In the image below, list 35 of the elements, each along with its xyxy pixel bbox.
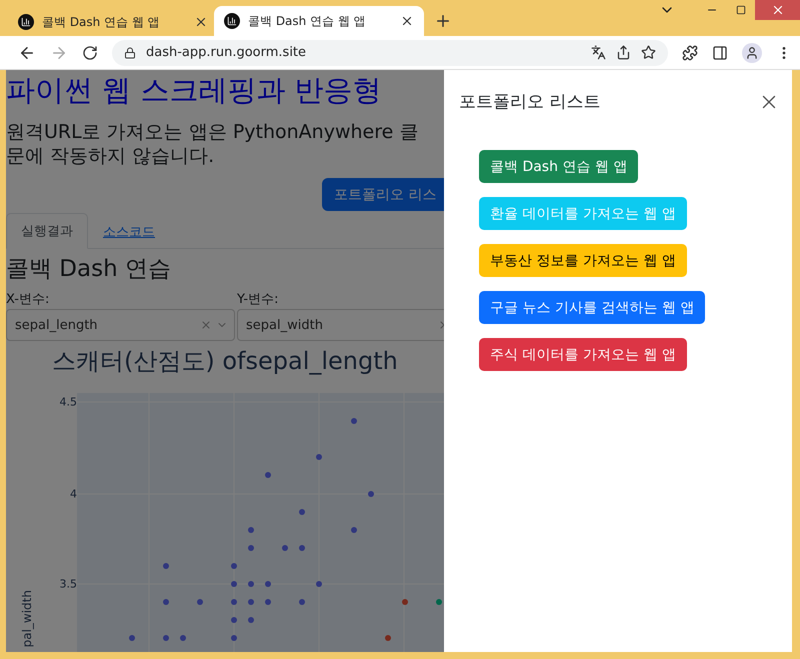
- address-bar[interactable]: dash-app.run.goorm.site: [112, 40, 668, 66]
- app-link-button[interactable]: 주식 데이터를 가져오는 웹 앱: [479, 338, 687, 371]
- tab-title: 콜백 Dash 연습 웹 앱: [42, 14, 161, 30]
- profile-icon[interactable]: [742, 42, 762, 62]
- tab-title: 콜백 Dash 연습 웹 앱: [248, 12, 367, 30]
- portfolio-button[interactable]: 포트폴리오 리스: [322, 178, 444, 211]
- field-label: Y-변수:: [237, 291, 280, 309]
- close-icon[interactable]: [400, 14, 414, 28]
- reload-icon[interactable]: [82, 44, 98, 60]
- panel-title: 포트폴리오 리스트: [459, 91, 600, 113]
- side-panel-icon[interactable]: [712, 44, 728, 60]
- page-tab[interactable]: 실행결과: [6, 213, 88, 249]
- app-link-button[interactable]: 콜백 Dash 연습 웹 앱: [479, 150, 638, 183]
- share-icon[interactable]: [616, 45, 631, 60]
- chart-icon: [18, 14, 34, 30]
- y-tick-label: 4.5: [60, 396, 77, 408]
- y-tick-label: 3.5: [60, 578, 77, 590]
- new-tab-icon[interactable]: [434, 12, 452, 30]
- translate-icon[interactable]: [591, 45, 606, 60]
- page-heading: 파이썬 웹 스크레핑과 반응형: [6, 72, 383, 108]
- lock-icon: [124, 46, 136, 58]
- puzzle-icon[interactable]: [682, 44, 698, 60]
- chart-title: 스캐터(산점도) ofsepal_length: [51, 346, 399, 377]
- field-label: X-변수:: [6, 291, 50, 309]
- section-title: 콜백 Dash 연습: [6, 255, 172, 284]
- browser-tab[interactable]: 콜백 Dash 연습 웹 앱: [214, 6, 424, 36]
- y-tick-label: 4: [70, 488, 77, 500]
- star-icon[interactable]: [641, 45, 656, 60]
- chart-icon: [224, 13, 240, 29]
- y-axis-label: pal_width: [20, 590, 34, 647]
- page-tab[interactable]: 소스코드: [88, 213, 170, 249]
- notice-text: 원격URL로 가져오는 앱은 PythonAnywhere 클 문에 작동하지 않습니다.: [6, 120, 420, 168]
- close-icon[interactable]: [194, 15, 208, 29]
- app-link-button[interactable]: 부동산 정보를 가져오는 웹 앱: [479, 244, 687, 277]
- app-link-button[interactable]: 구글 뉴스 기사를 검색하는 웹 앱: [479, 291, 706, 324]
